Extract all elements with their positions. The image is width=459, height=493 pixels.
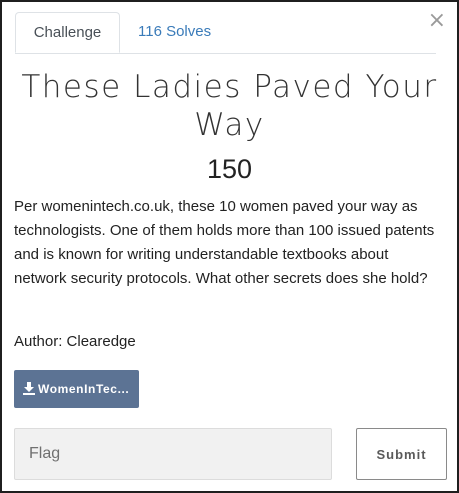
challenge-title: These Ladies Paved Your Way: [21, 69, 438, 143]
challenge-description: Per womenintech.co.uk, these 10 women pa…: [14, 198, 435, 287]
download-icon: [23, 382, 35, 395]
submit-button[interactable]: Submit: [356, 428, 447, 480]
close-icon[interactable]: ×: [428, 10, 446, 32]
download-file-button[interactable]: WomenInTec...: [14, 370, 139, 408]
challenge-author: Author: Clearedge: [14, 333, 136, 350]
challenge-tabs: Challenge 116 Solves: [15, 12, 436, 54]
flag-input[interactable]: [14, 428, 332, 480]
tab-challenge[interactable]: Challenge: [15, 12, 120, 53]
challenge-modal: Challenge 116 Solves × These Ladies Pave…: [0, 0, 459, 493]
tab-solves[interactable]: 116 Solves: [138, 12, 211, 53]
challenge-points: 150: [206, 154, 253, 184]
download-file-label: WomenInTec...: [38, 382, 130, 396]
